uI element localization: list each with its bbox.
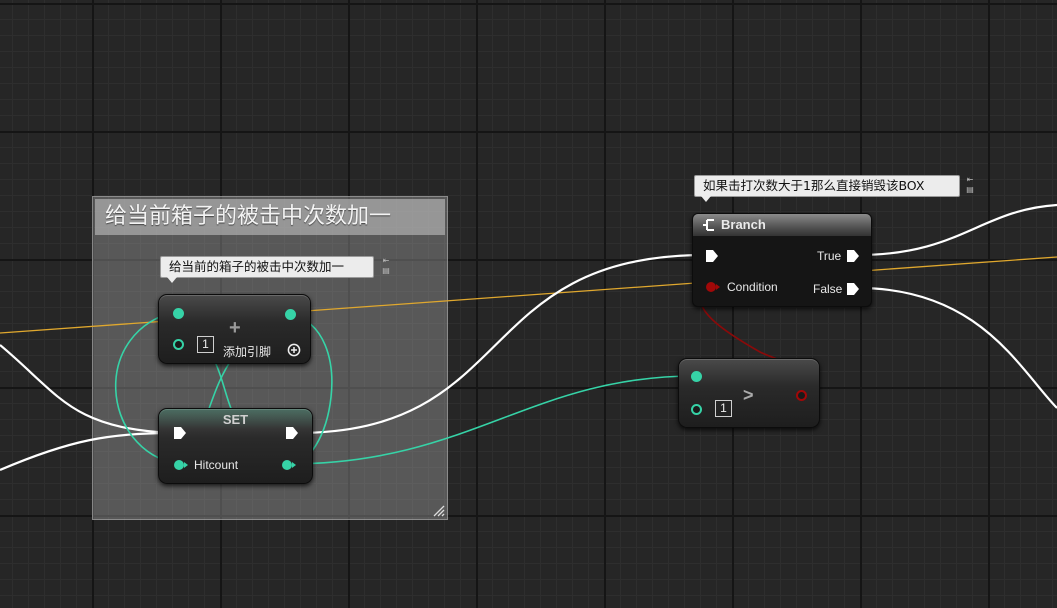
exec-wire-true-out[interactable]	[857, 203, 1057, 257]
set-output-pin[interactable]	[281, 459, 297, 471]
add-input-pin-b[interactable]	[173, 339, 184, 350]
branch-icon	[703, 219, 714, 231]
branch-true-label: True	[817, 249, 842, 263]
branch-title-text: Branch	[721, 217, 766, 232]
set-var-label: Hitcount	[194, 458, 239, 472]
compare-value-input[interactable]: 1	[715, 400, 732, 417]
add-pin-icon[interactable]	[287, 343, 301, 357]
blueprint-graph-canvas[interactable]: 给当前箱子的被击中次数加一 给当前的箱子的被击中次数加一 ⇤ ▤ + 1 添加引脚	[0, 0, 1057, 608]
bubble-pin-icon[interactable]: ⇤ ▤	[964, 175, 976, 195]
exec-wire-false-out[interactable]	[857, 286, 1057, 409]
add-pin-label: 添加引脚	[223, 345, 272, 359]
branch-comment-text: 如果击打次数大于1那么直接销毁该BOX	[703, 178, 925, 193]
resize-grip-icon[interactable]	[433, 505, 445, 517]
compare-output-pin[interactable]	[796, 390, 807, 401]
add-input-pin-a[interactable]	[173, 308, 184, 319]
compare-input-pin-b[interactable]	[691, 404, 702, 415]
set-input-pin[interactable]	[173, 459, 189, 471]
set-exec-out-pin[interactable]	[285, 426, 299, 440]
branch-exec-in-pin[interactable]	[705, 249, 719, 263]
set-exec-in-pin[interactable]	[173, 426, 187, 440]
add-output-pin[interactable]	[285, 309, 296, 320]
add-symbol: +	[229, 317, 241, 339]
bubble-pin-icon[interactable]: ⇤ ▤	[380, 256, 392, 276]
comment-box-title[interactable]: 给当前箱子的被击中次数加一	[95, 199, 445, 235]
branch-comment-bubble[interactable]: 如果击打次数大于1那么直接销毁该BOX	[694, 175, 960, 202]
set-node[interactable]: SET Hitcount	[158, 408, 313, 484]
add-node[interactable]: + 1 添加引脚	[158, 294, 311, 364]
branch-false-pin[interactable]	[846, 282, 860, 296]
branch-condition-label: Condition	[727, 280, 778, 294]
add-node-comment-bubble[interactable]: 给当前的箱子的被击中次数加一	[160, 256, 374, 283]
add-value-input[interactable]: 1	[197, 336, 214, 353]
compare-node[interactable]: 1 >	[678, 358, 820, 428]
compare-symbol: >	[743, 385, 754, 405]
add-node-comment-text: 给当前的箱子的被击中次数加一	[169, 259, 345, 274]
compare-input-pin-a[interactable]	[691, 371, 702, 382]
branch-node[interactable]: Branch True Condition False	[692, 213, 872, 307]
branch-true-pin[interactable]	[846, 249, 860, 263]
branch-false-label: False	[813, 282, 843, 296]
branch-condition-pin[interactable]	[705, 281, 721, 293]
branch-node-title: Branch	[693, 214, 871, 236]
